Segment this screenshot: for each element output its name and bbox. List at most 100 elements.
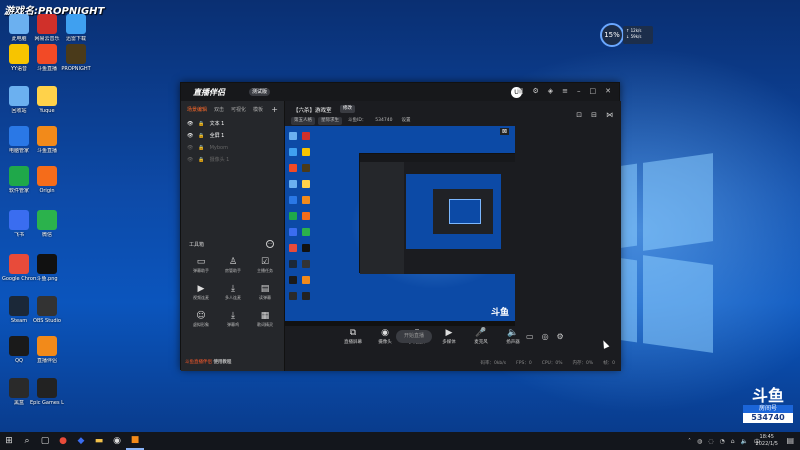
apps-icon bbox=[9, 166, 29, 186]
desktop-icon[interactable]: Yuque bbox=[30, 86, 64, 114]
lock-icon[interactable]: ⊟ bbox=[591, 111, 597, 119]
preview-recursion bbox=[406, 174, 501, 249]
notification-icon[interactable]: ▤ bbox=[786, 436, 794, 445]
search-icon[interactable]: ⌕ bbox=[18, 432, 36, 450]
tool-room-helper[interactable]: ♙ 房管助手 bbox=[217, 257, 249, 274]
start-icon[interactable]: ⊞ bbox=[0, 432, 18, 450]
task-view-icon[interactable]: ▢ bbox=[36, 432, 54, 450]
maximize-icon[interactable]: □ bbox=[590, 87, 597, 95]
desktop-icon[interactable]: Origin bbox=[30, 166, 64, 194]
clock-date: 2022/1/5 bbox=[755, 441, 778, 447]
live-companion-icon[interactable]: ■ bbox=[126, 432, 144, 450]
skin-icon[interactable]: ◈ bbox=[548, 87, 553, 95]
mic-button[interactable]: 🎤 麦克风 bbox=[467, 327, 495, 351]
lock-icon[interactable]: 🔒 bbox=[198, 156, 204, 164]
tool-danmu-helper[interactable]: ▭ 弹幕助手 bbox=[185, 257, 217, 274]
tool-anchor-task[interactable]: ☑ 主播任务 bbox=[249, 257, 281, 274]
source-item[interactable]: 👁 🔒 全屏 1 bbox=[181, 130, 284, 142]
tool-read-danmu[interactable]: ▤ 读弹幕 bbox=[249, 284, 281, 301]
desktop-icon[interactable]: OBS Studio bbox=[30, 296, 64, 324]
desktop-icon[interactable]: 直播伴侣 bbox=[30, 336, 64, 364]
speaker-button[interactable]: 🔈 扬声器 bbox=[499, 327, 527, 351]
tray-app-icon[interactable]: ◔ bbox=[719, 438, 724, 445]
desktop-icon[interactable]: 斗鱼直播 bbox=[30, 126, 64, 154]
screen-capture-button[interactable]: ⧉ 直播屏幕 bbox=[339, 327, 367, 351]
preview-music-icon bbox=[302, 132, 310, 140]
close-icon[interactable]: ✕ bbox=[605, 87, 611, 95]
preview-apps-icon bbox=[289, 212, 297, 220]
tray-app-icon[interactable]: ◌ bbox=[708, 438, 713, 445]
add-source-icon[interactable]: + bbox=[271, 105, 278, 114]
eye-icon[interactable]: ◎ bbox=[542, 332, 549, 341]
tab-scene-edit[interactable]: 场景编辑 bbox=[187, 106, 207, 113]
desktop-icon-label: 微信 bbox=[41, 232, 52, 238]
live-icon bbox=[37, 126, 57, 146]
steam-icon[interactable]: ◉ bbox=[108, 432, 126, 450]
preview-douyu-logo: 斗鱼 bbox=[490, 308, 509, 318]
record-icon[interactable]: ▭ bbox=[526, 332, 534, 341]
gift-icon[interactable]: ⊡ bbox=[576, 111, 582, 119]
gear-icon[interactable]: ⚙ bbox=[557, 332, 564, 341]
lock-icon[interactable]: 🔒 bbox=[198, 144, 204, 152]
toolbox-title: 工具箱 bbox=[189, 242, 205, 248]
chrome-icon[interactable]: ● bbox=[54, 432, 72, 450]
tool-danmu-chicken[interactable]: ⤓ 弹幕鸡 bbox=[217, 311, 249, 328]
stream-preview[interactable]: ⊠ 斗鱼 bbox=[285, 126, 515, 326]
share-icon[interactable]: ⋈ bbox=[606, 111, 613, 119]
eye-icon[interactable]: 👁 bbox=[187, 156, 193, 164]
eye-icon[interactable]: 👁 bbox=[187, 120, 193, 128]
chrome-icon bbox=[9, 254, 29, 274]
start-live-button[interactable]: 开始直播 bbox=[396, 330, 432, 343]
eye-icon[interactable]: 👁 bbox=[187, 132, 193, 140]
tab-visual[interactable]: 可视化 bbox=[231, 106, 246, 113]
minimize-icon[interactable]: – bbox=[577, 87, 581, 95]
settings-icon[interactable]: ⚙ bbox=[532, 87, 538, 95]
clock[interactable]: 18:45 2022/1/5 bbox=[756, 434, 778, 448]
eye-icon[interactable]: 👁 bbox=[187, 144, 193, 152]
lock-icon[interactable]: 🔒 bbox=[198, 132, 204, 140]
tool-multi-link[interactable]: ⤓ 多人连麦 bbox=[217, 284, 249, 301]
tab-template[interactable]: 模板 bbox=[253, 106, 263, 113]
tool-video-link[interactable]: ▶ 视频连麦 bbox=[185, 284, 217, 301]
folder-icon[interactable]: ▬ bbox=[90, 432, 108, 450]
category-tag[interactable]: 星际求生 bbox=[318, 117, 342, 125]
network-icon[interactable]: ⌂ bbox=[731, 438, 735, 445]
desktop-icon[interactable]: 斗鱼.png bbox=[30, 254, 64, 282]
tab-double[interactable]: 双击 bbox=[214, 106, 224, 113]
preview-close-icon[interactable]: ⊠ bbox=[499, 128, 509, 135]
desktop-icon[interactable]: 微信 bbox=[30, 210, 64, 238]
media-button[interactable]: ▶ 多媒体 bbox=[435, 327, 463, 351]
camera-button[interactable]: ◉ 摄像头 bbox=[371, 327, 399, 351]
tool-lyrics[interactable]: ▦ 歌词精灵 bbox=[249, 311, 281, 328]
more-icon[interactable]: ··· bbox=[266, 240, 274, 248]
room-settings-link[interactable]: 设置 bbox=[398, 117, 413, 125]
source-item[interactable]: 👁 🔒 摄像头 1 bbox=[181, 154, 284, 166]
desktop-icon[interactable]: Epic Games Launcher bbox=[30, 378, 64, 406]
system-gauge[interactable]: 15% ↑ 12k/s ↓ 59k/s bbox=[600, 23, 653, 47]
chevron-up-icon[interactable]: ˄ bbox=[688, 438, 691, 445]
edit-room-button[interactable]: 修改 bbox=[340, 105, 355, 113]
tray-app-icon[interactable]: ◍ bbox=[697, 438, 702, 445]
tool-virtual-avatar[interactable]: ☺ 虚拟形象 bbox=[185, 311, 217, 328]
cpu-gauge: 15% bbox=[600, 23, 624, 47]
gift-icon[interactable]: ▣ bbox=[517, 87, 524, 95]
category-tag[interactable]: 第五人格 bbox=[291, 117, 315, 125]
room-id: 534740 bbox=[375, 118, 393, 123]
desktop-icon[interactable]: PROPNIGHT bbox=[59, 44, 93, 72]
source-item[interactable]: 👁 🔒 文本 1 bbox=[181, 118, 284, 130]
lock-icon[interactable]: 🔒 bbox=[198, 120, 204, 128]
tutorial-notice[interactable]: 斗鱼直播伴侣 使用教程 bbox=[185, 359, 231, 365]
desktop: 游戏名:PROPNIGHT 此电脑 网易云音乐 迅雷下载 YY语音 斗鱼直播 PROPNI… bbox=[0, 0, 800, 432]
menu-icon[interactable]: ≡ bbox=[562, 87, 568, 95]
download-icon: ⤓ bbox=[231, 311, 235, 321]
feishu-icon[interactable]: ◆ bbox=[72, 432, 90, 450]
preview-taskbar bbox=[285, 321, 515, 326]
media-icon: ▶ bbox=[445, 328, 453, 338]
source-item[interactable]: 👁 🔒 Mybom bbox=[181, 142, 284, 154]
desktop-icon-label: Epic Games Launcher bbox=[30, 400, 64, 406]
preview-heihe-icon bbox=[289, 292, 297, 300]
computer-icon bbox=[9, 14, 29, 34]
preview-feishu-icon bbox=[289, 228, 297, 236]
desktop-icon[interactable]: 迅雷下载 bbox=[59, 14, 93, 42]
volume-icon[interactable]: 🔈 bbox=[741, 438, 748, 445]
